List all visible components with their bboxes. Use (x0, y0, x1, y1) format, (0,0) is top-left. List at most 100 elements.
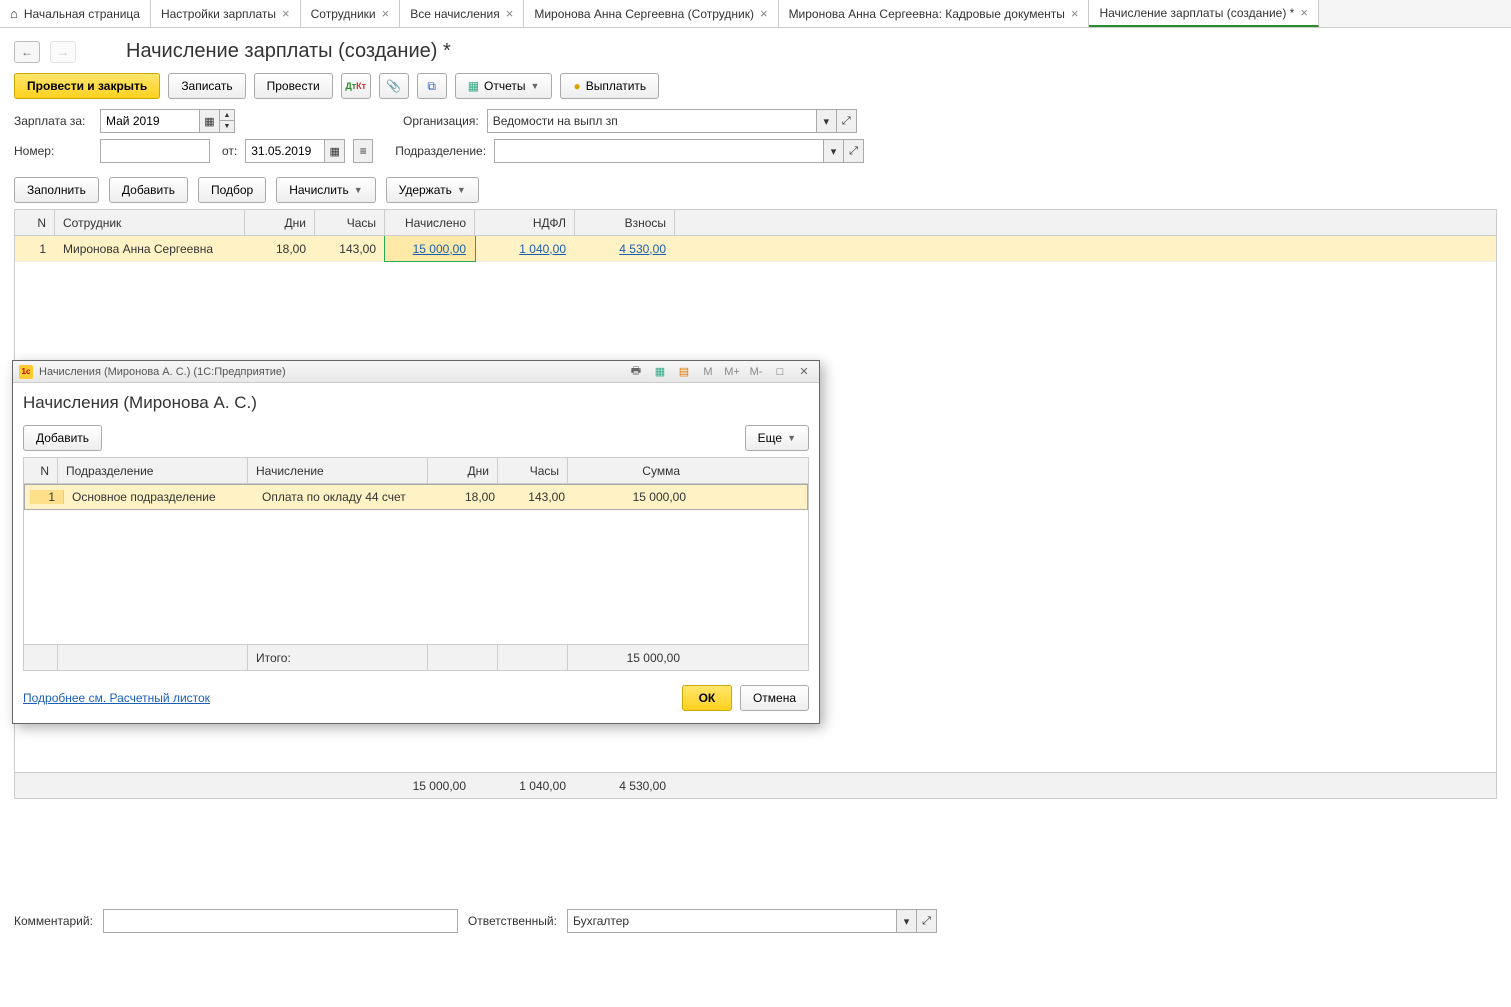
number-label: Номер: (14, 144, 92, 158)
col-accrued[interactable]: Начислено (385, 210, 475, 235)
cell-employee: Миронова Анна Сергеевна (55, 236, 245, 261)
close-icon[interactable]: × (382, 6, 390, 21)
chevron-down-icon[interactable]: ▾ (817, 109, 837, 133)
dcell-accrual: Оплата по окладу 44 счет (254, 490, 434, 504)
close-icon[interactable]: × (282, 6, 290, 21)
cell-contrib[interactable]: 4 530,00 (575, 236, 675, 261)
dcol-sum[interactable]: Сумма (568, 458, 688, 483)
chevron-down-icon[interactable]: ▾ (824, 139, 844, 163)
post-and-close-button[interactable]: Провести и закрыть (14, 73, 160, 99)
close-icon[interactable]: × (760, 6, 768, 21)
maximize-icon[interactable]: □ (771, 364, 789, 380)
pay-button[interactable]: ●Выплатить (560, 73, 659, 99)
cell-ndfl[interactable]: 1 040,00 (475, 236, 575, 261)
org-select[interactable]: Ведомости на выпл зп (487, 109, 817, 133)
chevron-down-icon: ▼ (457, 185, 466, 195)
dialog-grid-body[interactable]: 1 Основное подразделение Оплата по оклад… (24, 484, 808, 644)
tab-employees[interactable]: Сотрудники× (301, 0, 401, 27)
close-icon[interactable]: × (506, 6, 514, 21)
division-select[interactable] (494, 139, 824, 163)
calculator-icon[interactable]: ▤ (675, 364, 693, 380)
ok-button[interactable]: ОК (682, 685, 732, 711)
dcol-division[interactable]: Подразделение (58, 458, 248, 483)
dialog-grid-footer: Итого: 15 000,00 (24, 644, 808, 670)
col-employee[interactable]: Сотрудник (55, 210, 245, 235)
responsible-field[interactable]: Бухгалтер ▾ ⤢ (567, 909, 937, 933)
number-input[interactable] (100, 139, 210, 163)
chevron-down-icon[interactable]: ▾ (897, 909, 917, 933)
date-input[interactable] (245, 139, 325, 163)
salary-for-field[interactable]: ▦ ▲▼ (100, 109, 235, 133)
close-icon[interactable]: × (1300, 5, 1308, 20)
close-icon[interactable]: × (1071, 6, 1079, 21)
dcol-days[interactable]: Дни (428, 458, 498, 483)
mminus-button[interactable]: M- (747, 364, 765, 380)
forward-button[interactable]: → (50, 41, 76, 63)
print-icon[interactable]: 🖶 (627, 364, 645, 380)
dialog-titlebar[interactable]: 1c Начисления (Миронова А. С.) (1С:Предп… (13, 361, 819, 383)
cell-days: 18,00 (245, 236, 315, 261)
deduct-button[interactable]: Удержать▼ (386, 177, 479, 203)
calendar-icon[interactable]: ▦ (325, 139, 345, 163)
back-button[interactable]: ← (14, 41, 40, 63)
fill-button[interactable]: Заполнить (14, 177, 99, 203)
spin-up[interactable]: ▲ (220, 110, 234, 121)
responsible-select[interactable]: Бухгалтер (567, 909, 897, 933)
add-button[interactable]: Добавить (109, 177, 188, 203)
grid-header: N Сотрудник Дни Часы Начислено НДФЛ Взно… (15, 210, 1496, 236)
salary-for-input[interactable] (100, 109, 200, 133)
table-row[interactable]: 1 Основное подразделение Оплата по оклад… (24, 484, 808, 510)
col-contrib[interactable]: Взносы (575, 210, 675, 235)
col-ndfl[interactable]: НДФЛ (475, 210, 575, 235)
dcol-accrual[interactable]: Начисление (248, 458, 428, 483)
cancel-button[interactable]: Отмена (740, 685, 809, 711)
open-icon[interactable]: ⤢ (837, 109, 857, 133)
tab-label: Миронова Анна Сергеевна (Сотрудник) (534, 7, 754, 21)
write-button[interactable]: Записать (168, 73, 245, 99)
date-field[interactable]: ▦ (245, 139, 345, 163)
tab-payroll-create[interactable]: Начисление зарплаты (создание) *× (1089, 0, 1318, 27)
m-button[interactable]: M (699, 364, 717, 380)
col-hours[interactable]: Часы (315, 210, 385, 235)
division-field[interactable]: ▾ ⤢ (494, 139, 864, 163)
calendar-icon[interactable]: ▦ (200, 109, 220, 133)
accruals-dialog: 1c Начисления (Миронова А. С.) (1С:Предп… (12, 360, 820, 724)
reports-button[interactable]: ▦Отчеты▼ (455, 73, 553, 99)
coin-icon: ● (573, 79, 580, 93)
payslip-link[interactable]: Подробнее см. Расчетный листок (23, 691, 210, 705)
col-days[interactable]: Дни (245, 210, 315, 235)
tab-home[interactable]: ⌂Начальная страница (0, 0, 151, 27)
tab-settings[interactable]: Настройки зарплаты× (151, 0, 301, 27)
table-row[interactable]: 1 Миронова Анна Сергеевна 18,00 143,00 1… (15, 236, 1496, 262)
close-icon[interactable]: ✕ (795, 364, 813, 380)
post-button[interactable]: Провести (254, 73, 333, 99)
tab-accruals[interactable]: Все начисления × (400, 0, 524, 27)
dialog-body: Начисления (Миронова А. С.) Добавить Еще… (13, 383, 819, 723)
accrue-button[interactable]: Начислить▼ (276, 177, 375, 203)
spinner[interactable]: ▲▼ (220, 109, 235, 133)
dcell-division: Основное подразделение (64, 490, 254, 504)
tab-hr-docs[interactable]: Миронова Анна Сергеевна: Кадровые докуме… (779, 0, 1090, 27)
open-icon[interactable]: ⤢ (917, 909, 937, 933)
dialog-title: Начисления (Миронова А. С.) (23, 393, 809, 413)
spin-down[interactable]: ▼ (220, 121, 234, 132)
cell-accrued[interactable]: 15 000,00 (385, 236, 475, 261)
list-icon[interactable]: ≡ (353, 139, 373, 163)
tab-employee-card[interactable]: Миронова Анна Сергеевна (Сотрудник) × (524, 0, 778, 27)
pick-button[interactable]: Подбор (198, 177, 266, 203)
dialog-more-button[interactable]: Еще▼ (745, 425, 809, 451)
calendar-icon[interactable]: ▦ (651, 364, 669, 380)
dcol-n[interactable]: N (24, 458, 58, 483)
dcol-hours[interactable]: Часы (498, 458, 568, 483)
tab-label: Все начисления (410, 7, 500, 21)
attach-button[interactable]: 📎 (379, 73, 409, 99)
mplus-button[interactable]: M+ (723, 364, 741, 380)
comment-input[interactable] (103, 909, 458, 933)
open-icon[interactable]: ⤢ (844, 139, 864, 163)
cell-spacer (675, 236, 1496, 261)
dialog-add-button[interactable]: Добавить (23, 425, 102, 451)
related-button[interactable]: ⧉ (417, 73, 447, 99)
dt-kt-button[interactable]: ДтКт (341, 73, 371, 99)
col-n[interactable]: N (15, 210, 55, 235)
org-field[interactable]: Ведомости на выпл зп ▾ ⤢ (487, 109, 857, 133)
